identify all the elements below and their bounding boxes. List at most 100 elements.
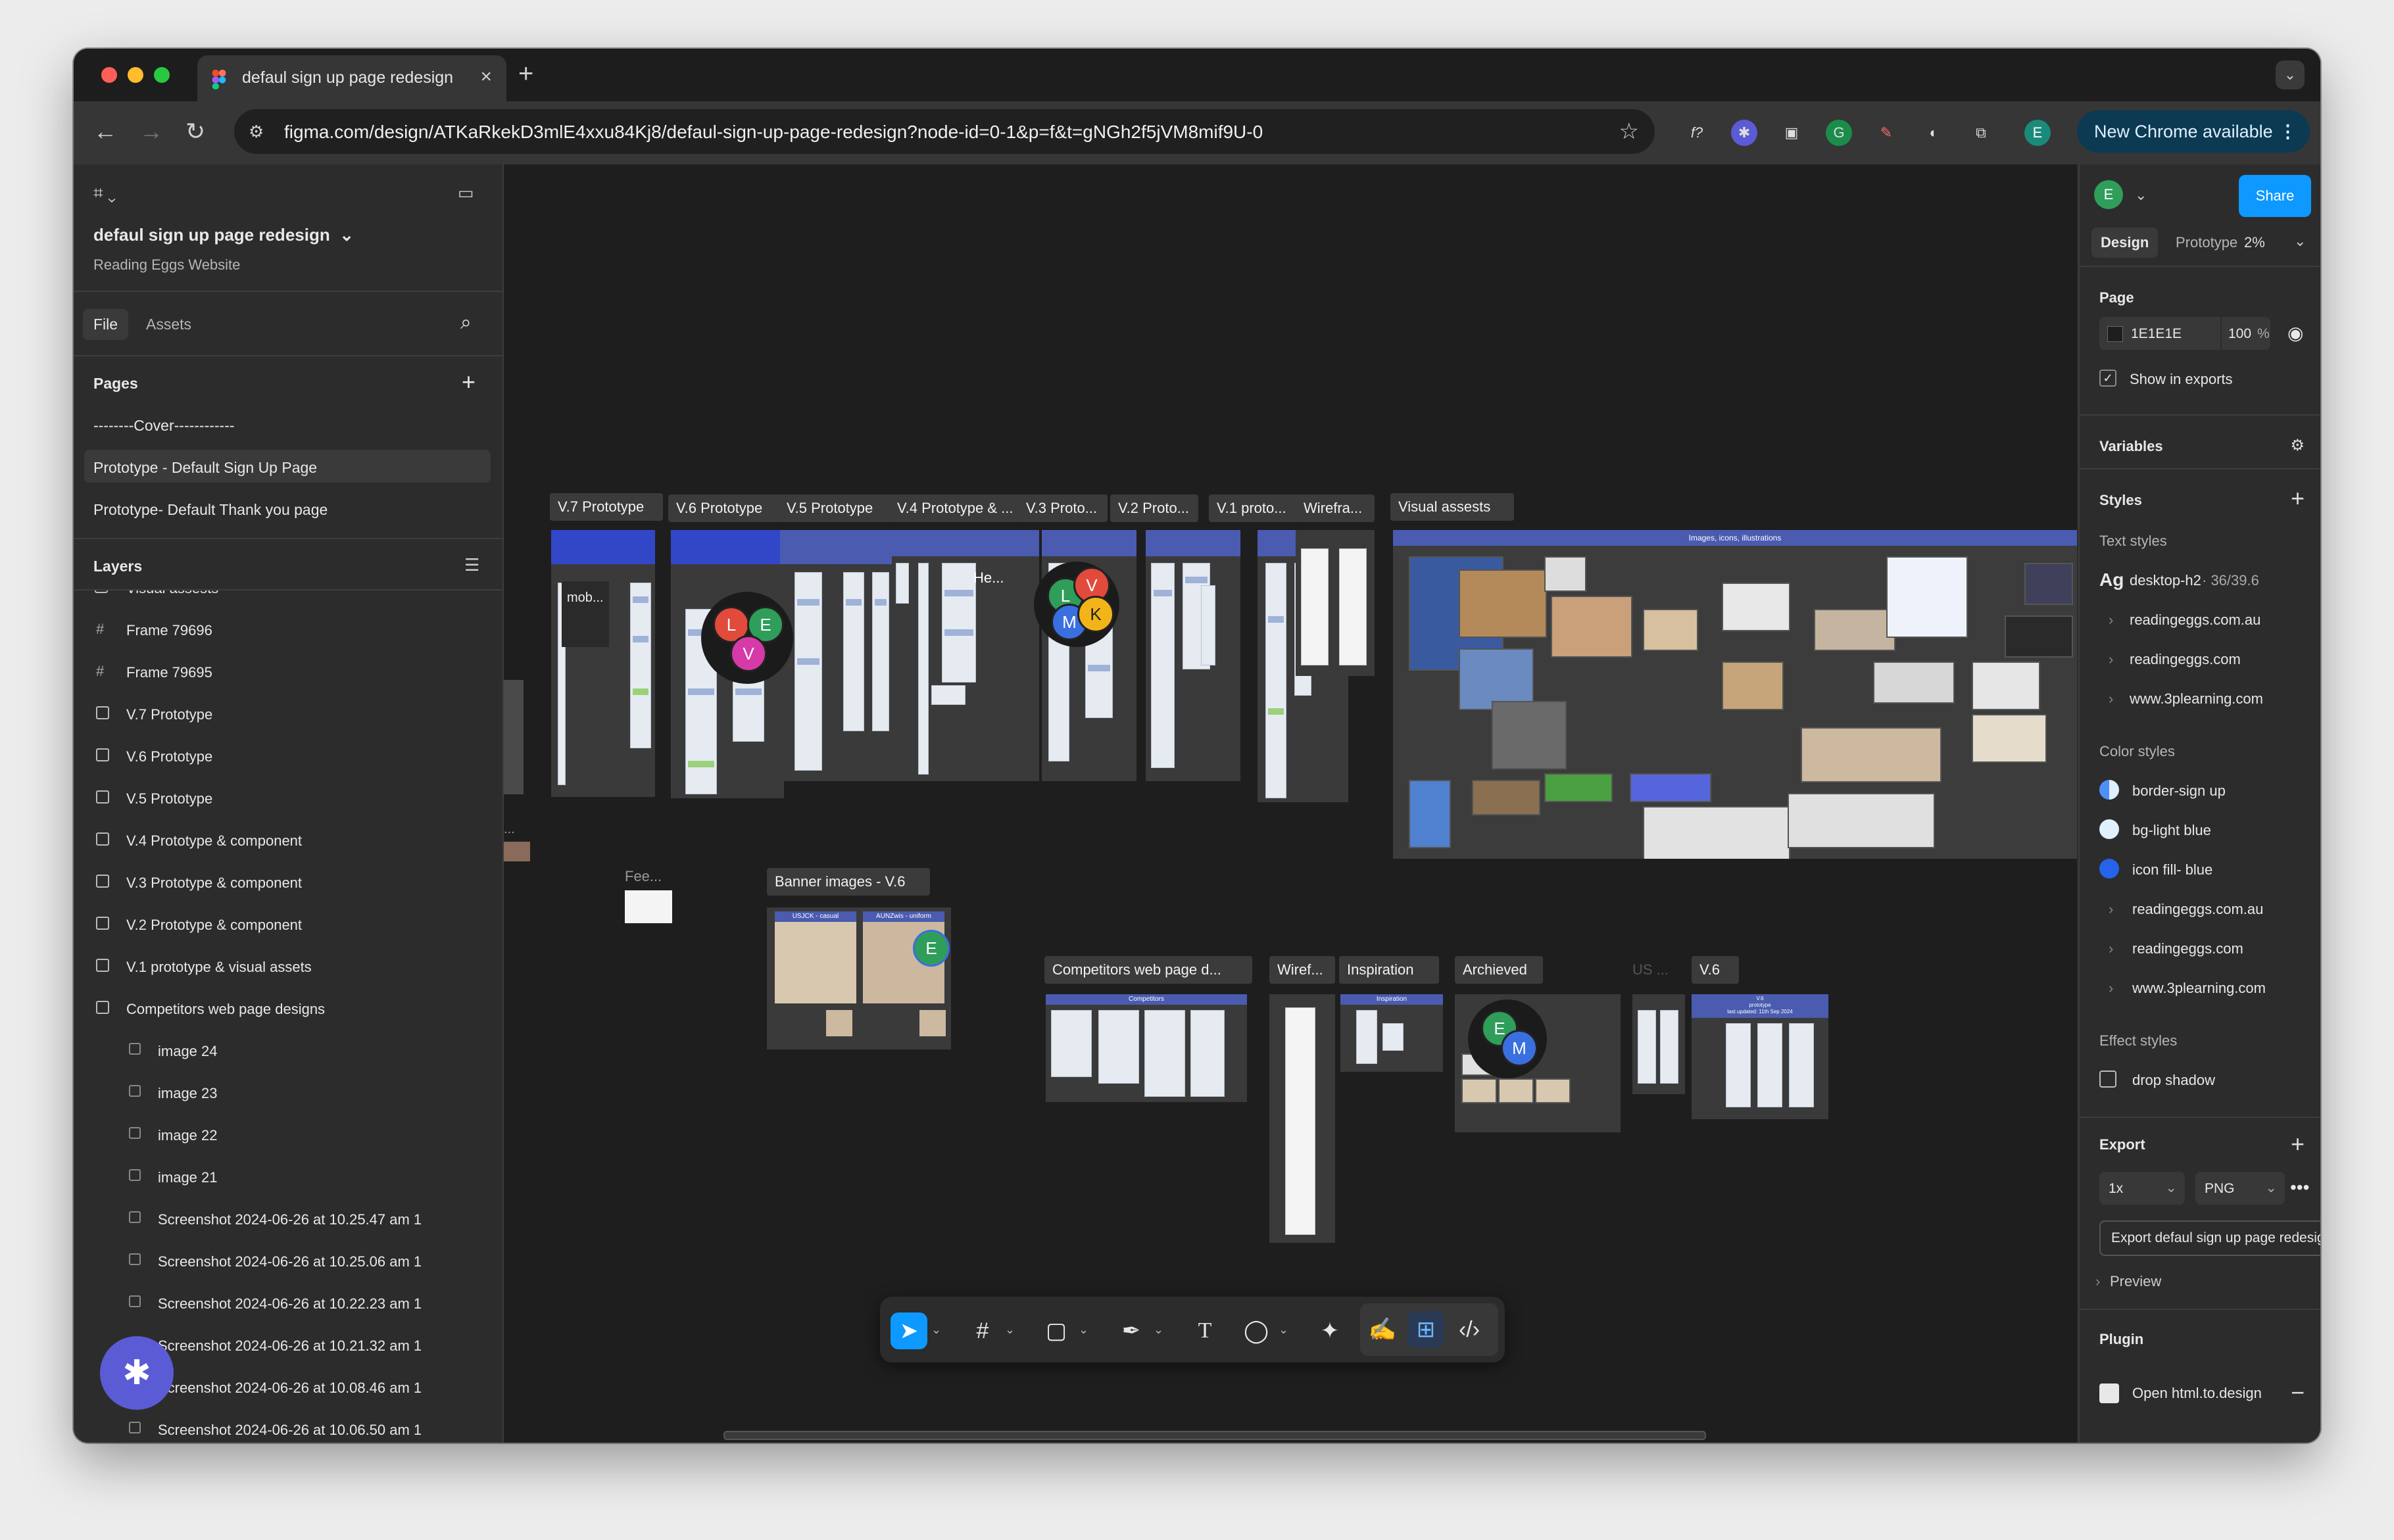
section-v2-prototype[interactable] — [1146, 530, 1240, 781]
section-v5-prototype[interactable] — [780, 530, 896, 781]
file-menu-chevron-icon[interactable]: ⌄ — [339, 225, 354, 245]
section-label-v5[interactable]: V.5 Prototype — [779, 494, 892, 522]
close-tab-icon[interactable]: × — [480, 66, 492, 88]
group-chevron-icon[interactable]: › — [2109, 651, 2113, 668]
add-style-icon[interactable]: + — [2291, 487, 2305, 510]
group-chevron-icon[interactable]: › — [2109, 901, 2113, 918]
new-chrome-available-button[interactable]: New Chrome available ⋮ — [2077, 110, 2310, 153]
tab-design[interactable]: Design — [2091, 228, 2159, 258]
layer-frame-79696[interactable]: # Frame 79696 — [74, 609, 501, 651]
layer-v1-prototype[interactable]: V.1 prototype & visual assets — [74, 946, 501, 988]
text-tool-icon[interactable]: T — [1186, 1312, 1223, 1349]
section-v7-prototype[interactable]: mob... — [551, 530, 655, 797]
figma-canvas[interactable]: V.7 Prototype V.6 Prototype V.5 Prototyp… — [504, 164, 2077, 1443]
section-label-v7[interactable]: V.7 Prototype — [550, 493, 663, 521]
zoom-level[interactable]: 2% — [2244, 234, 2265, 251]
section-label-wireframes[interactable]: Wirefra... — [1296, 494, 1375, 522]
project-name[interactable]: Reading Eggs Website — [93, 256, 240, 274]
section-us[interactable] — [1632, 994, 1685, 1094]
section-v6-updated[interactable]: V.6 prototype last updated: 11th Sep 202… — [1692, 994, 1828, 1119]
comment-tool-chevron-icon[interactable]: ⌄ — [1279, 1316, 1288, 1343]
collaborator-avatar[interactable]: V — [730, 635, 767, 672]
layer-image[interactable]: Screenshot 2024-06-26 at 10.25.47 am 1 — [74, 1198, 501, 1240]
new-tab-icon[interactable]: + — [518, 59, 533, 89]
layer-v5-prototype[interactable]: V.5 Prototype — [74, 777, 501, 819]
layer-v7-prototype[interactable]: V.7 Prototype — [74, 693, 501, 735]
layer-v2-prototype[interactable]: V.2 Prototype & component — [74, 903, 501, 946]
offscreen-frame[interactable] — [504, 680, 524, 794]
add-page-icon[interactable]: + — [462, 368, 476, 396]
horizontal-scrollbar[interactable] — [723, 1431, 1706, 1440]
layer-v3-prototype[interactable]: V.3 Prototype & component — [74, 861, 501, 903]
address-bar[interactable]: ⚙ figma.com/design/ATKaRkekD3mlE4xxu84Kj… — [234, 109, 1655, 154]
figma-menu-icon[interactable]: ⌗ ⌄ — [93, 183, 116, 204]
page-opacity[interactable]: 100 — [2228, 326, 2251, 342]
color-style-name[interactable]: icon fill- blue — [2132, 861, 2212, 878]
variables-settings-icon[interactable]: ⚙ — [2290, 434, 2305, 458]
section-label-v2[interactable]: V.2 Proto... — [1110, 494, 1198, 522]
group-chevron-icon[interactable]: › — [2109, 940, 2113, 957]
section-label-banner[interactable]: Banner images - V.6 — [767, 868, 930, 896]
color-swatch[interactable] — [2099, 859, 2119, 878]
extension-gear-icon[interactable]: ✱ — [1731, 120, 1757, 146]
text-style-group[interactable]: readingeggs.com — [2130, 651, 2241, 668]
section-wireframes-2[interactable] — [1269, 994, 1335, 1243]
section-wireframes[interactable] — [1296, 530, 1375, 676]
color-style-name[interactable]: border-sign up — [2132, 782, 2226, 800]
zoom-window-button[interactable] — [154, 67, 170, 83]
section-label-us[interactable]: US ... — [1632, 961, 1669, 978]
export-button[interactable]: Export defaul sign up page redesign — [2099, 1220, 2320, 1256]
add-export-icon[interactable]: + — [2291, 1132, 2305, 1156]
export-options-icon[interactable]: ••• — [2290, 1177, 2309, 1198]
text-style-group[interactable]: readingeggs.com.au — [2130, 612, 2260, 629]
pen-tool-icon[interactable]: ✒ — [1113, 1312, 1150, 1349]
collaborator-cluster[interactable]: L V M K — [1034, 562, 1119, 647]
collaborator-avatar[interactable]: K — [1077, 596, 1114, 633]
file-name[interactable]: defaul sign up page redesign ⌄ — [93, 225, 354, 245]
plugin-item[interactable]: Open html.to.design — [2132, 1385, 2262, 1402]
profile-avatar[interactable]: E — [2024, 120, 2051, 146]
page-item-cover[interactable]: --------Cover------------ — [93, 417, 235, 435]
extension-grammarly-icon[interactable]: G — [1826, 120, 1852, 146]
draw-mode-icon[interactable]: ✍ — [1364, 1311, 1401, 1348]
section-label-competitors[interactable]: Competitors web page d... — [1044, 956, 1252, 984]
layer-image[interactable]: Screenshot 2024-06-26 at 10.06.50 am 1 — [74, 1408, 501, 1443]
group-chevron-icon[interactable]: › — [2109, 612, 2113, 629]
zoom-chevron-icon[interactable]: ⌄ — [2294, 233, 2306, 250]
layer-image[interactable]: image 23 — [74, 1072, 501, 1114]
section-visual-assets[interactable]: Images, icons, illustrations — [1393, 530, 2077, 859]
share-button[interactable]: Share — [2239, 175, 2311, 217]
layer-competitors[interactable]: Competitors web page designs — [74, 988, 501, 1030]
page-item-signup[interactable]: Prototype - Default Sign Up Page — [93, 459, 317, 477]
frame-tool-chevron-icon[interactable]: ⌄ — [1005, 1316, 1015, 1343]
preview-toggle[interactable]: Preview — [2110, 1273, 2161, 1290]
browser-tab[interactable]: defaul sign up page redesign × — [197, 55, 506, 101]
tab-file[interactable]: File — [83, 309, 129, 340]
collaborator-cluster[interactable]: L E V — [701, 592, 793, 684]
shape-tool-chevron-icon[interactable]: ⌄ — [1079, 1316, 1088, 1343]
group-chevron-icon[interactable]: › — [2109, 690, 2113, 708]
layer-image[interactable]: image 24 — [74, 1030, 501, 1072]
effect-style-name[interactable]: drop shadow — [2132, 1072, 2215, 1089]
close-window-button[interactable] — [101, 67, 117, 83]
layer-image[interactable]: Screenshot 2024-06-26 at 10.22.23 am 1 — [74, 1282, 501, 1324]
move-tool-icon[interactable]: ➤ — [891, 1312, 927, 1349]
page-item-thankyou[interactable]: Prototype- Default Thank you page — [93, 501, 328, 519]
extension-shield-icon[interactable]: ◐ — [1920, 120, 1947, 146]
section-label-v3[interactable]: V.3 Proto... — [1018, 494, 1108, 522]
layer-image[interactable]: image 22 — [74, 1114, 501, 1156]
offscreen-frame[interactable] — [504, 842, 530, 861]
color-style-name[interactable]: bg-light blue — [2132, 822, 2211, 839]
preview-chevron-icon[interactable]: › — [2095, 1273, 2100, 1290]
tab-prototype[interactable]: Prototype — [2176, 234, 2237, 251]
user-avatar[interactable]: E — [2094, 180, 2123, 209]
section-competitors[interactable]: Competitors — [1046, 994, 1247, 1102]
color-swatch[interactable] — [2099, 819, 2119, 839]
export-scale-select[interactable]: 1x ⌄ — [2099, 1172, 2185, 1205]
section-label-v4[interactable]: V.4 Prototype & ... — [889, 494, 1021, 522]
section-v4-prototype[interactable]: He... — [892, 530, 1039, 781]
text-style-name[interactable]: desktop-h2 — [2130, 572, 2201, 589]
frame-tool-icon[interactable]: # — [964, 1312, 1001, 1349]
color-style-group[interactable]: readingeggs.com.au — [2132, 901, 2263, 918]
extension-fx-icon[interactable]: f? — [1684, 120, 1710, 146]
